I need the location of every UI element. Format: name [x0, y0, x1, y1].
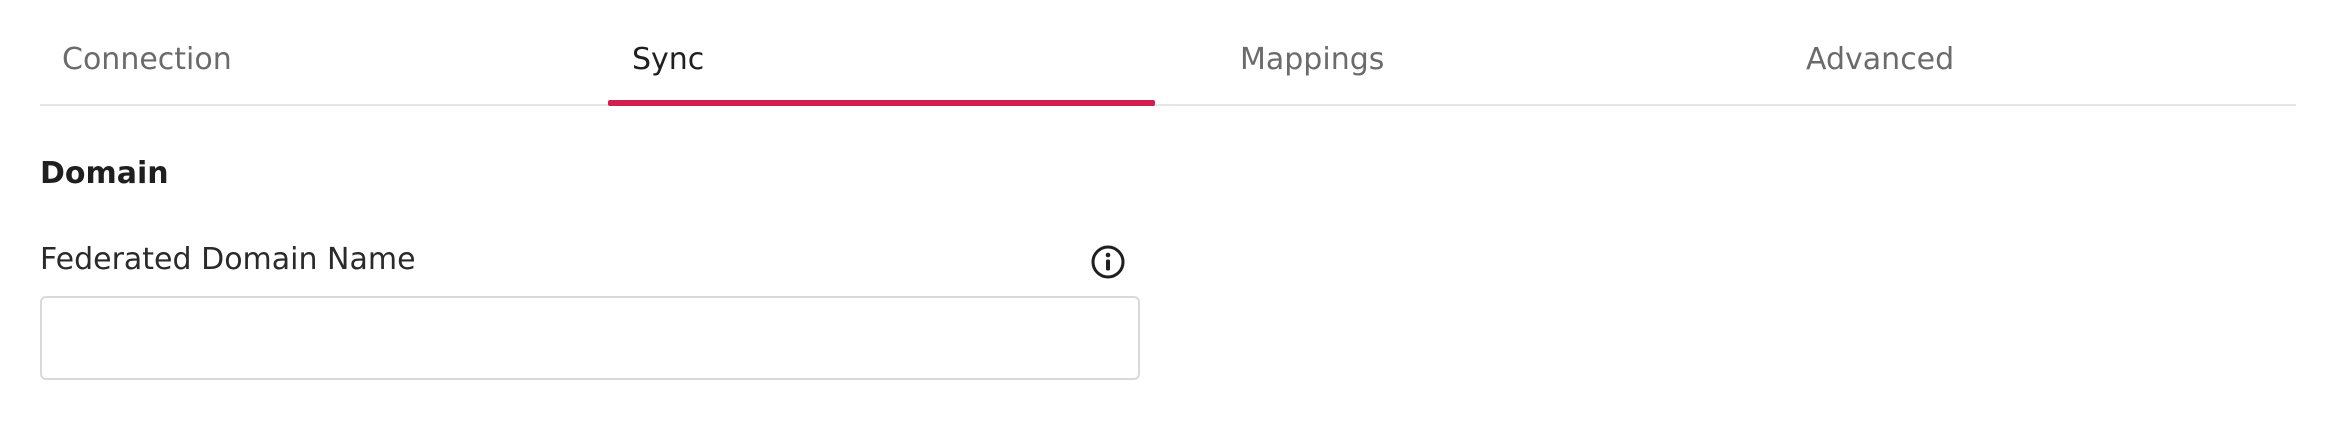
- section-title: Domain: [40, 156, 169, 191]
- tab-label: Sync: [632, 42, 705, 77]
- federated-domain-name-label: Federated Domain Name: [40, 242, 416, 277]
- federated-domain-name-input[interactable]: [40, 296, 1140, 380]
- tab-advanced[interactable]: Advanced: [1723, 0, 2296, 104]
- info-icon[interactable]: [1090, 244, 1126, 280]
- active-tab-indicator: [608, 100, 1155, 106]
- tab-label: Connection: [62, 42, 232, 77]
- tab-connection[interactable]: Connection: [40, 0, 608, 104]
- tab-bar: Connection Sync Mappings Advanced: [40, 0, 2296, 106]
- tab-sync[interactable]: Sync: [608, 0, 1155, 106]
- tab-mappings[interactable]: Mappings: [1155, 0, 1723, 104]
- tab-label: Mappings: [1240, 42, 1385, 77]
- tab-label: Advanced: [1806, 42, 1955, 77]
